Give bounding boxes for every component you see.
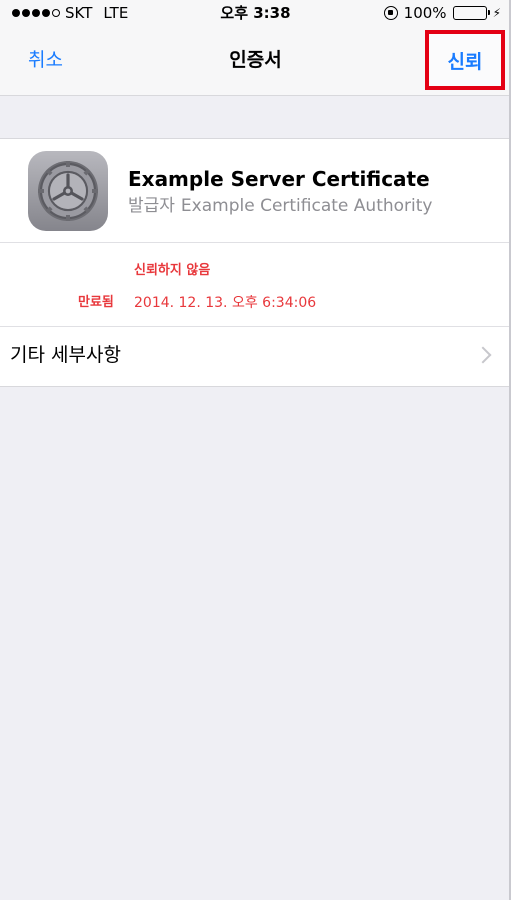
rotation-lock-icon bbox=[383, 6, 398, 20]
navigation-bar: 취소 인증서 신뢰 bbox=[0, 24, 511, 96]
more-details-label: 기타 세부사항 bbox=[10, 344, 121, 366]
more-details-row[interactable]: 기타 세부사항 bbox=[0, 327, 511, 387]
expires-value: 2014. 12. 13. 오후 6:34:06 bbox=[134, 295, 317, 311]
battery-percent: 100% bbox=[403, 4, 447, 22]
certificate-issuer: 발급자 Example Certificate Authority bbox=[128, 195, 432, 217]
battery-icon bbox=[452, 6, 490, 20]
settings-gear-icon bbox=[28, 151, 108, 231]
divider bbox=[0, 242, 511, 243]
charging-icon: ⚡ bbox=[492, 6, 501, 20]
certificate-screen: SKT LTE 오후 3:38 100% ⚡ 취소 인증서 신뢰 Example… bbox=[0, 0, 511, 900]
issuer-value: Example Certificate Authority bbox=[180, 196, 433, 216]
certificate-card: Example Server Certificate 발급자 Example Ce… bbox=[0, 138, 511, 387]
trust-status: 신뢰하지 않음 bbox=[134, 263, 211, 278]
issuer-label: 발급자 bbox=[128, 196, 175, 216]
trust-button[interactable]: 신뢰 bbox=[425, 30, 505, 90]
chevron-right-icon bbox=[474, 346, 492, 364]
status-bar: SKT LTE 오후 3:38 100% ⚡ bbox=[0, 0, 511, 24]
trust-button-label: 신뢰 bbox=[447, 50, 483, 73]
status-right: 100% ⚡ bbox=[383, 4, 501, 22]
certificate-name: Example Server Certificate bbox=[128, 167, 430, 191]
expires-label: 만료됨 bbox=[78, 295, 114, 310]
